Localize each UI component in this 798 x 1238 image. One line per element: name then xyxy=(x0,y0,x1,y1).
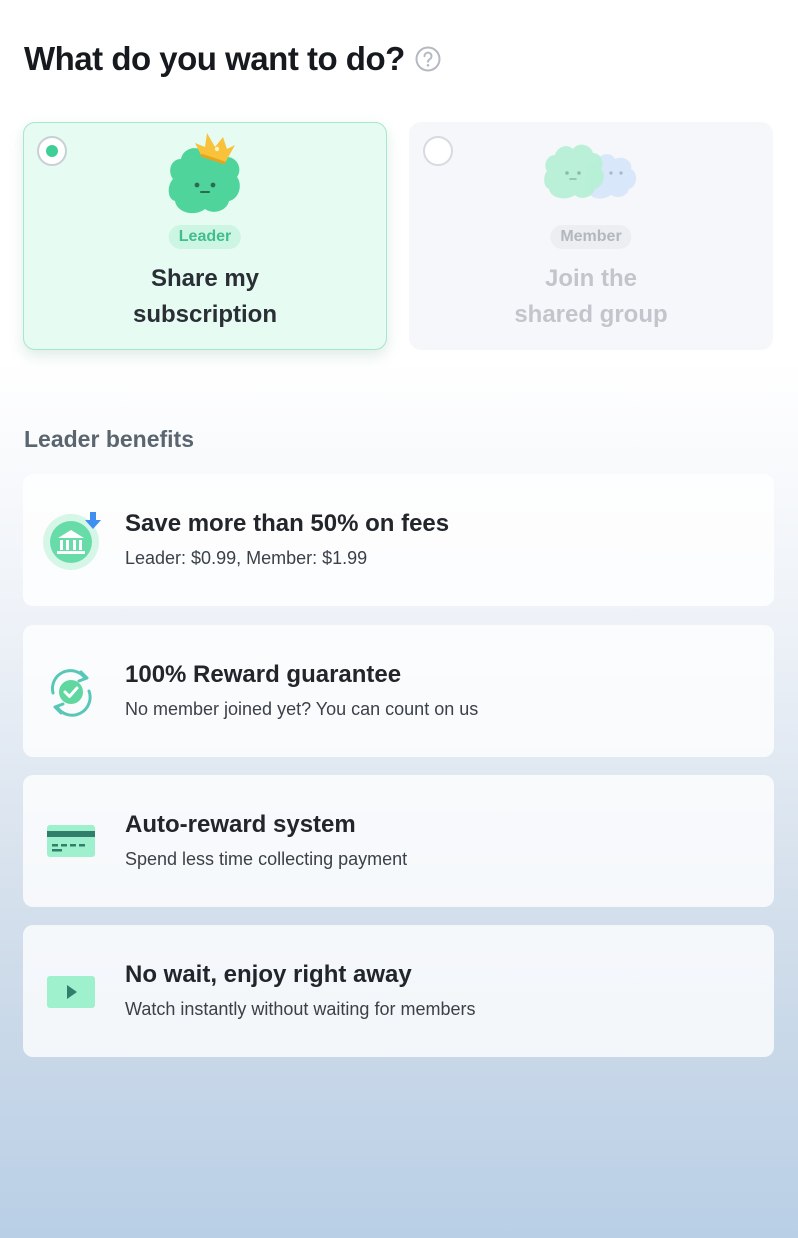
leader-label-line-1: Share my xyxy=(150,265,260,292)
benefit-title: 100% Reward guarantee xyxy=(125,661,402,688)
leader-badge: Leader xyxy=(168,225,242,249)
benefit-title: Save more than 50% on fees xyxy=(125,510,450,537)
leader-radio[interactable] xyxy=(37,136,67,166)
member-badge: Member xyxy=(550,225,632,249)
member-radio[interactable] xyxy=(423,136,453,166)
card-icon xyxy=(47,825,95,857)
benefit-card-savings: Save more than 50% on fees Leader: $0.99… xyxy=(23,474,774,606)
benefit-card-auto-reward: Auto-reward system Spend less time colle… xyxy=(23,775,774,907)
leader-option-card[interactable]: Leader Share my subscription xyxy=(23,122,387,350)
member-label-line-2: shared group xyxy=(514,301,668,328)
page-title: What do you want to do? xyxy=(24,40,405,77)
reward-guarantee-icon xyxy=(50,669,92,717)
benefit-description: Leader: $0.99, Member: $1.99 xyxy=(125,548,368,568)
member-option-label: Join the shared group xyxy=(410,261,772,333)
leader-label-line-2: subscription xyxy=(132,301,277,328)
benefit-card-guarantee: 100% Reward guarantee No member joined y… xyxy=(23,625,774,757)
help-icon[interactable] xyxy=(415,46,441,72)
bank-savings-icon xyxy=(43,512,101,570)
member-label-line-1: Join the xyxy=(544,265,637,292)
header: What do you want to do? xyxy=(24,40,441,78)
benefit-title: Auto-reward system xyxy=(125,811,356,838)
benefit-card-no-wait: No wait, enjoy right away Watch instantl… xyxy=(23,925,774,1057)
leader-option-label: Share my subscription xyxy=(24,261,386,333)
member-mascot-icon xyxy=(544,144,637,199)
leader-mascot-icon xyxy=(168,133,240,214)
play-icon xyxy=(47,976,95,1008)
member-option-card[interactable]: Member Join the shared group xyxy=(409,122,773,350)
benefit-title: No wait, enjoy right away xyxy=(125,961,412,988)
benefit-description: Spend less time collecting payment xyxy=(125,849,408,869)
benefit-description: Watch instantly without waiting for memb… xyxy=(125,999,476,1019)
benefit-description: No member joined yet? You can count on u… xyxy=(125,699,479,719)
benefits-section-title: Leader benefits xyxy=(24,426,194,452)
